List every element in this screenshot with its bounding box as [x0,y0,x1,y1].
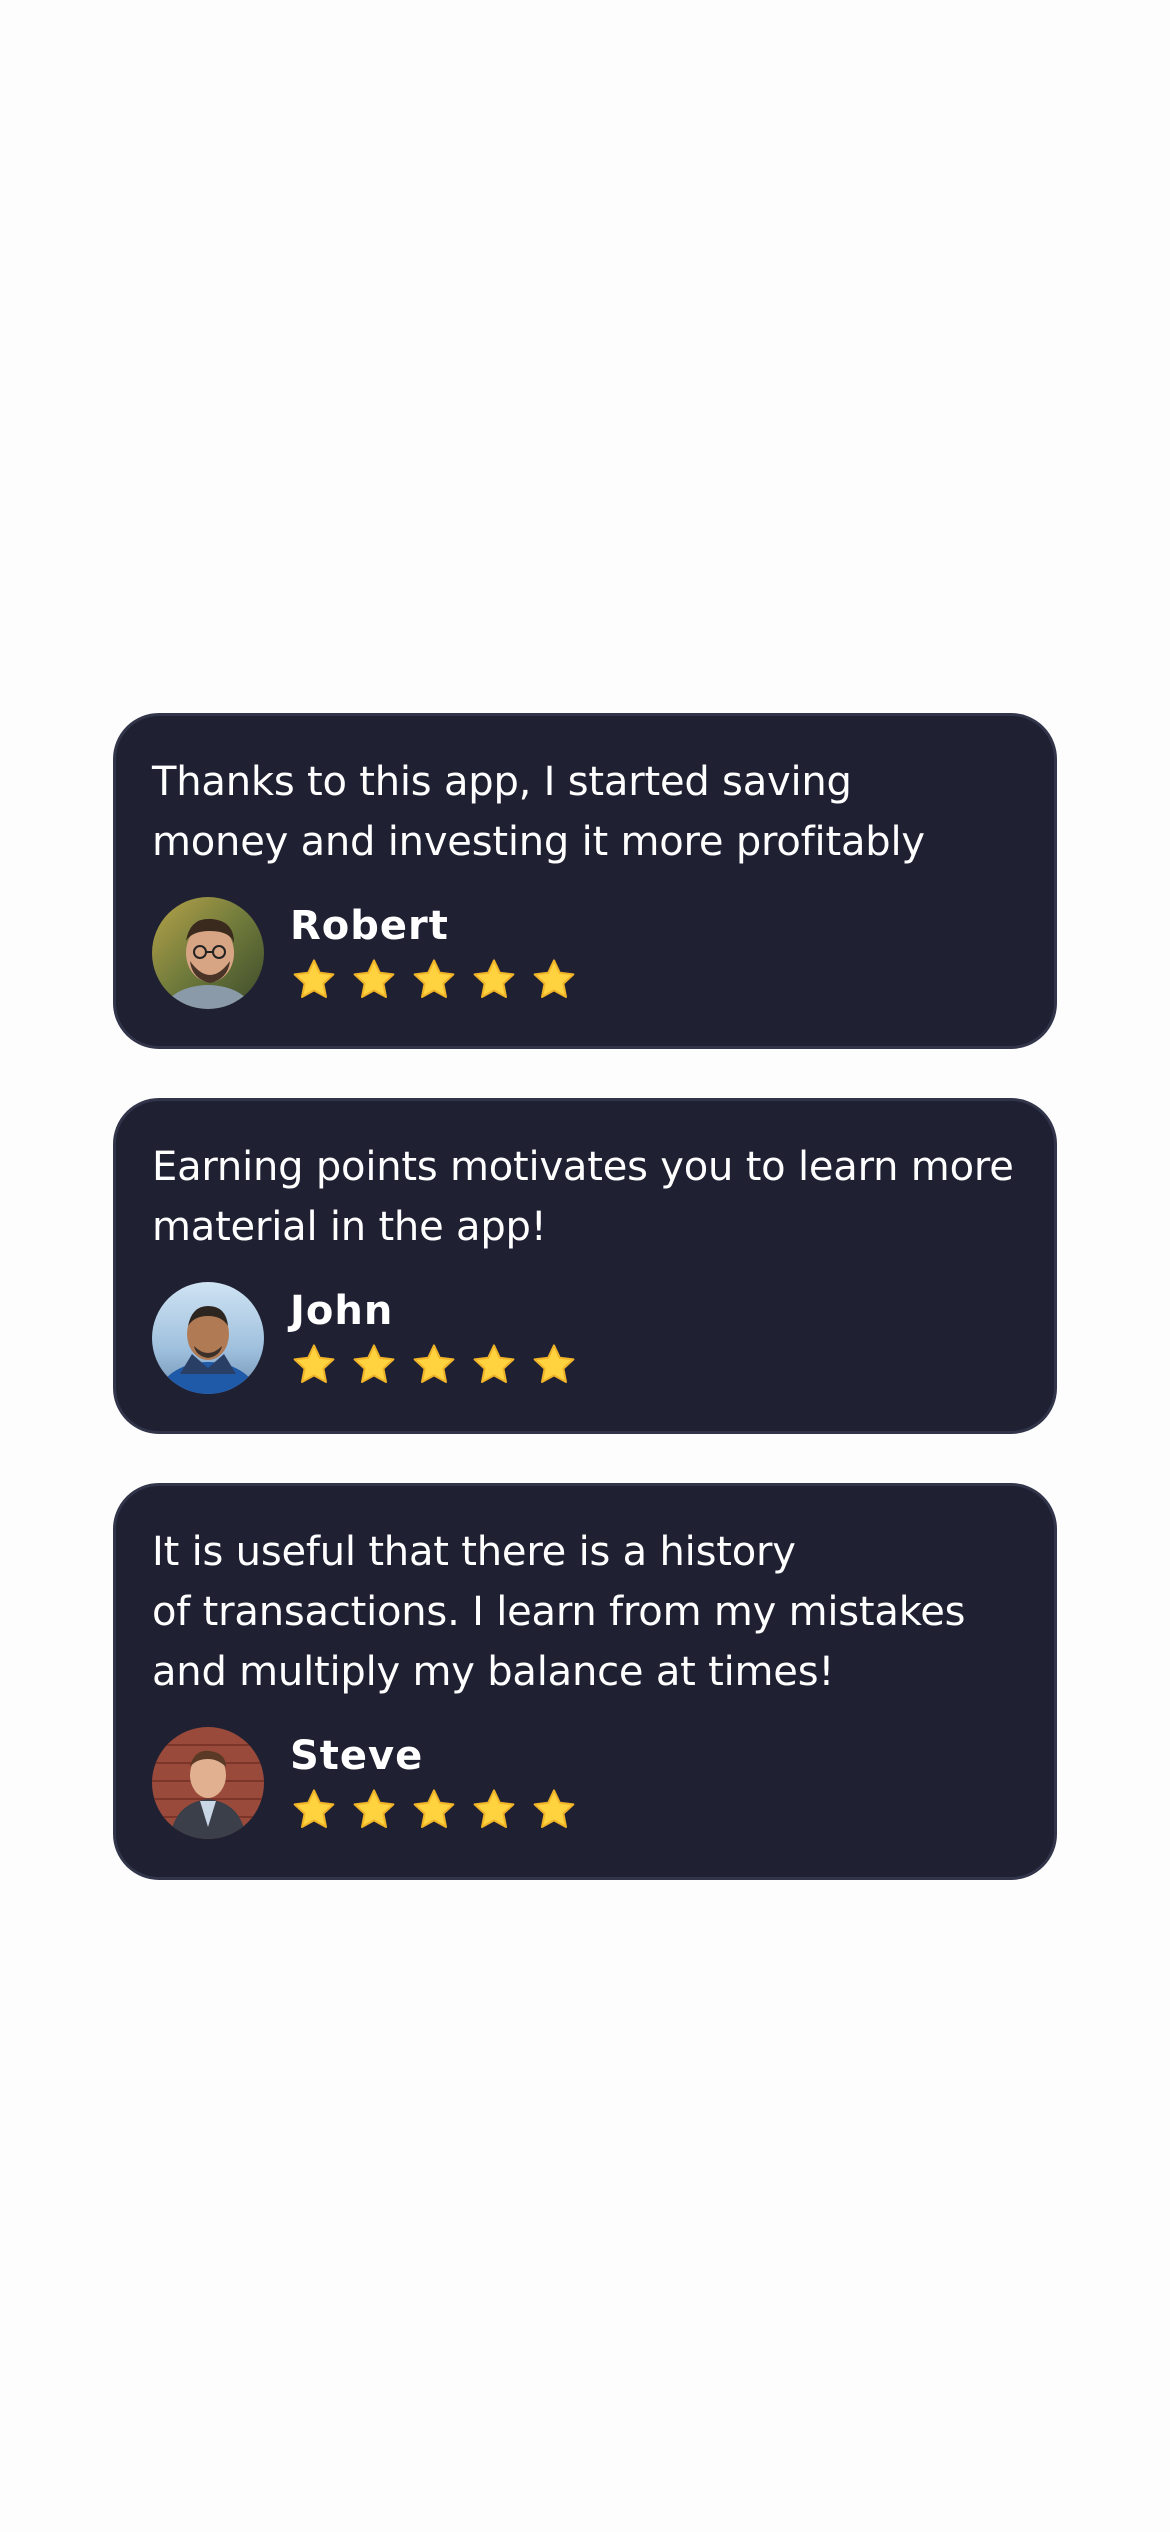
star-rating [290,1341,590,1389]
review-list: Thanks to this app, I started saving mon… [113,713,1057,1929]
review-card: Thanks to this app, I started saving mon… [113,713,1057,1049]
star-icon [410,956,458,1004]
avatar [152,1727,264,1839]
review-author: Robert [152,897,1018,1009]
star-icon [290,1786,338,1834]
star-rating [290,1786,590,1834]
review-quote: Earning points motivates you to learn mo… [152,1144,1014,1250]
author-name: John [290,1288,394,1334]
author-name: Steve [290,1733,424,1779]
star-icon [350,1786,398,1834]
reviews-screen: Thanks to this app, I started saving mon… [0,0,1170,2532]
review-meta: John [290,1287,590,1389]
author-name: Robert [290,903,449,949]
star-icon [290,1341,338,1389]
star-icon [470,1341,518,1389]
avatar [152,897,264,1009]
review-card: It is useful that there is a history of … [113,1483,1057,1880]
review-author: Steve [152,1727,1018,1839]
review-quote: It is useful that there is a history of … [152,1529,966,1695]
star-icon [530,1341,578,1389]
star-icon [350,1341,398,1389]
avatar [152,1282,264,1394]
review-meta: Steve [290,1732,590,1834]
star-icon [350,956,398,1004]
star-rating [290,956,590,1004]
review-card: Earning points motivates you to learn mo… [113,1098,1057,1434]
star-icon [530,956,578,1004]
review-author: John [152,1282,1018,1394]
review-quote: Thanks to this app, I started saving mon… [152,759,925,865]
star-icon [290,956,338,1004]
star-icon [410,1341,458,1389]
star-icon [470,1786,518,1834]
review-meta: Robert [290,902,590,1004]
star-icon [530,1786,578,1834]
star-icon [410,1786,458,1834]
star-icon [470,956,518,1004]
